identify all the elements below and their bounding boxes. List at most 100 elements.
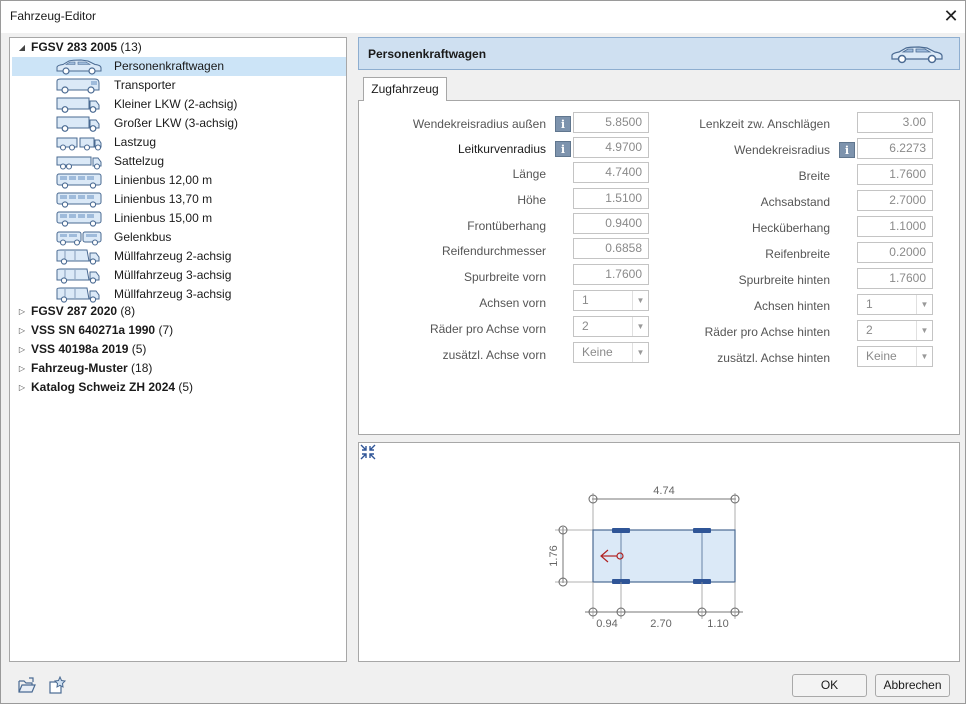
chevron-down-icon[interactable]: ▼	[632, 317, 648, 336]
chevron-down-icon[interactable]: ▼	[632, 343, 648, 362]
spurbreite-vorn-field[interactable]: 1.7600	[573, 264, 649, 285]
lenkzeit-field[interactable]: 3.00	[857, 112, 933, 133]
field-label: Höhe	[517, 193, 546, 207]
info-icon[interactable]: i	[839, 142, 855, 158]
breite-field[interactable]: 1.7600	[857, 164, 933, 185]
tree-root-label: Fahrzeug-Muster	[31, 361, 128, 375]
garbage-truck-icon	[56, 249, 100, 265]
tree-item-vehicle[interactable]: Linienbus 13,70 m	[10, 190, 346, 209]
tree-root-count: (7)	[158, 323, 174, 337]
achsabstand-field[interactable]: 2.7000	[857, 190, 933, 211]
chevron-down-icon[interactable]: ▼	[916, 347, 932, 366]
truck-trailer-icon	[56, 137, 102, 151]
tree-root-label: VSS 40198a 2019	[31, 342, 129, 356]
tree-root-count: (13)	[120, 40, 142, 54]
raeder-pro-achse-vorn-select[interactable]: 2 ▼	[573, 316, 649, 337]
tree-item-label: Lastzug	[114, 135, 157, 149]
info-icon[interactable]: i	[555, 141, 571, 157]
tree-item-vehicle[interactable]: Gelenkbus	[10, 228, 346, 247]
tree-item-vehicle[interactable]: Personenkraftwagen	[10, 57, 346, 76]
tree-item-label: Großer LKW (3-achsig)	[114, 116, 239, 130]
heckueberhang-field[interactable]: 1.1000	[857, 216, 933, 237]
reifenbreite-field[interactable]: 0.2000	[857, 242, 933, 263]
vehicle-tree: ◢ FGSV 283 2005 (13) Personenkraftwagen T…	[9, 37, 347, 662]
zusaetzl-achse-hinten-select[interactable]: Keine ▼	[857, 346, 933, 367]
tree-root-fahrzeug-muster[interactable]: ▷ Fahrzeug-Muster (18)	[10, 359, 346, 378]
vehicle-preview: 4.74 1.76 0.94 2.70 1.10	[358, 442, 960, 662]
spurbreite-hinten-field[interactable]: 1.7600	[857, 268, 933, 289]
tree-root-count: (5)	[131, 342, 147, 356]
collapsed-arrow-icon[interactable]: ▷	[17, 340, 27, 359]
wheelbase-dimension-label: 2.70	[650, 618, 671, 630]
collapsed-arrow-icon[interactable]: ▷	[17, 302, 27, 321]
field-label: Räder pro Achse vorn	[429, 322, 546, 336]
tree-root-label: Katalog Schweiz ZH 2024	[31, 380, 176, 394]
chevron-down-icon[interactable]: ▼	[632, 291, 648, 310]
tree-root-vss-sn-640271a-1990[interactable]: ▷ VSS SN 640271a 1990 (7)	[10, 321, 346, 340]
wendekreisradius-aussen-field[interactable]: 5.8500	[573, 112, 649, 133]
favorite-icon[interactable]	[47, 676, 67, 696]
expanded-arrow-icon[interactable]: ◢	[17, 38, 27, 57]
wendekreisradius-field[interactable]: 6.2273	[857, 138, 933, 159]
garbage-truck-icon	[56, 287, 100, 303]
field-label: Reifendurchmesser	[441, 244, 546, 258]
car-icon	[56, 59, 102, 75]
info-icon[interactable]: i	[555, 116, 571, 132]
collapsed-arrow-icon[interactable]: ▷	[17, 321, 27, 340]
tree-root-fgsv-283-2005[interactable]: ◢ FGSV 283 2005 (13)	[10, 38, 346, 57]
open-folder-icon[interactable]	[17, 676, 37, 696]
tree-item-label: Personenkraftwagen	[114, 59, 225, 73]
achsen-vorn-select[interactable]: 1 ▼	[573, 290, 649, 311]
field-label: zusätzl. Achse hinten	[717, 351, 830, 365]
achsen-hinten-select[interactable]: 1 ▼	[857, 294, 933, 315]
tree-root-vss-40198a-2019[interactable]: ▷ VSS 40198a 2019 (5)	[10, 340, 346, 359]
vehicle-dimension-drawing: 4.74 1.76 0.94 2.70 1.10	[548, 485, 743, 630]
ok-button[interactable]: OK	[792, 674, 867, 697]
truck-icon	[56, 97, 100, 113]
tree-root-katalog-schweiz-zh-2024[interactable]: ▷ Katalog Schweiz ZH 2024 (5)	[10, 378, 346, 397]
tree-item-vehicle[interactable]: Linienbus 12,00 m	[10, 171, 346, 190]
tree-item-vehicle[interactable]: Lastzug	[10, 133, 346, 152]
hoehe-field[interactable]: 1.5100	[573, 188, 649, 209]
collapsed-arrow-icon[interactable]: ▷	[17, 378, 27, 397]
zusaetzl-achse-vorn-select[interactable]: Keine ▼	[573, 342, 649, 363]
field-label: Spurbreite vorn	[463, 270, 546, 284]
field-label: Achsen vorn	[479, 296, 546, 310]
collapsed-arrow-icon[interactable]: ▷	[17, 359, 27, 378]
fahrzeug-editor-window: Fahrzeug-Editor ✕ ◢ FGSV 283 2005 (13) P…	[0, 0, 966, 704]
tree-item-vehicle[interactable]: Müllfahrzeug 3-achsig	[10, 266, 346, 285]
semi-truck-icon	[56, 156, 102, 170]
tree-item-vehicle[interactable]: Sattelzug	[10, 152, 346, 171]
reifendurchmesser-field[interactable]: 0.6858	[573, 238, 649, 259]
tree-item-vehicle[interactable]: Müllfahrzeug 2-achsig	[10, 247, 346, 266]
chevron-down-icon[interactable]: ▼	[916, 321, 932, 340]
field-label: Spurbreite hinten	[738, 273, 830, 287]
tree-root-label: FGSV 283 2005	[31, 40, 118, 54]
tree-item-label: Linienbus 13,70 m	[114, 192, 213, 206]
tree-item-vehicle[interactable]: Kleiner LKW (2-achsig)	[10, 95, 346, 114]
select-value: Keine	[582, 345, 613, 359]
chevron-down-icon[interactable]: ▼	[916, 295, 932, 314]
tire-rear-left	[693, 528, 711, 533]
raeder-pro-achse-hinten-select[interactable]: 2 ▼	[857, 320, 933, 341]
laenge-field[interactable]: 4.7400	[573, 162, 649, 183]
tree-item-label: Gelenkbus	[114, 230, 172, 244]
car-icon	[891, 46, 943, 64]
field-label: Lenkzeit zw. Anschlägen	[699, 117, 830, 131]
field-label: Hecküberhang	[751, 221, 830, 235]
close-icon[interactable]: ✕	[939, 4, 963, 28]
field-label: Leitkurvenradius	[457, 142, 546, 156]
zoom-fit-icon[interactable]	[359, 443, 377, 461]
tree-item-label: Kleiner LKW (2-achsig)	[114, 97, 238, 111]
tab-zugfahrzeug[interactable]: Zugfahrzeug	[363, 77, 447, 101]
tree-root-fgsv-287-2020[interactable]: ▷ FGSV 287 2020 (8)	[10, 302, 346, 321]
cancel-button[interactable]: Abbrechen	[875, 674, 950, 697]
tree-item-vehicle[interactable]: Linienbus 15,00 m	[10, 209, 346, 228]
tree-item-vehicle[interactable]: Transporter	[10, 76, 346, 95]
tree-item-vehicle[interactable]: Großer LKW (3-achsig)	[10, 114, 346, 133]
bus-icon	[56, 192, 102, 208]
frontueberhang-field[interactable]: 0.9400	[573, 213, 649, 234]
field-label: zusätzl. Achse vorn	[442, 348, 546, 362]
field-label: Achsabstand	[760, 195, 830, 209]
leitkurvenradius-field[interactable]: 4.9700	[573, 137, 649, 158]
